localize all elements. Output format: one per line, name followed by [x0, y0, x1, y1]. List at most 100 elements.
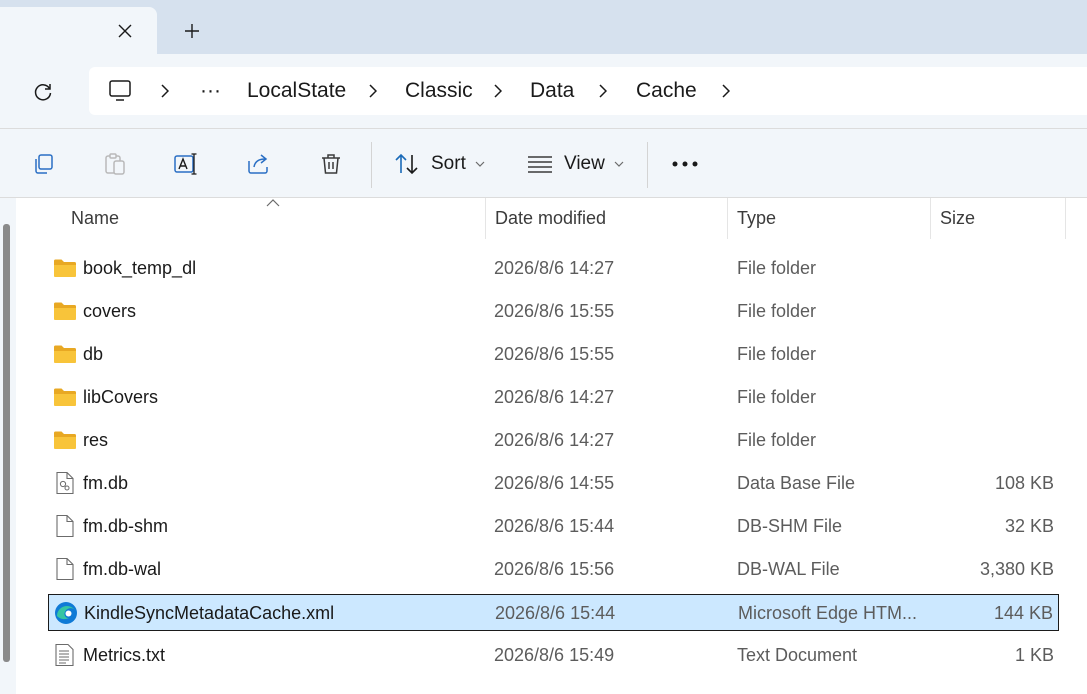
file-list-pane: Name Date modified Type Size book_temp_d…	[0, 198, 1087, 694]
file-date-modified: 2026/8/6 15:56	[494, 559, 615, 579]
vertical-scrollbar[interactable]	[0, 198, 16, 694]
file-type: Data Base File	[737, 473, 856, 493]
active-tab[interactable]	[0, 7, 157, 54]
table-row[interactable]: libCovers 2026/8/6 14:27 File folder	[48, 379, 1059, 416]
blank-file-icon	[52, 557, 78, 581]
copy-button[interactable]	[29, 148, 57, 180]
file-size: 108 KB	[994, 473, 1054, 493]
paste-icon	[105, 153, 125, 175]
file-type: Microsoft Edge HTM...	[738, 603, 918, 623]
file-type: File folder	[737, 258, 817, 278]
table-row-selected[interactable]: KindleSyncMetadataCache.xml 2026/8/6 15:4…	[48, 594, 1059, 631]
monitor-icon	[109, 80, 131, 101]
sort-icon	[395, 153, 418, 175]
more-options-icon	[672, 161, 698, 167]
breadcrumb-separator[interactable]	[155, 79, 175, 103]
toolbar-divider	[647, 142, 648, 188]
file-name: KindleSyncMetadataCache.xml	[84, 603, 335, 623]
file-name: db	[83, 344, 104, 364]
file-name: fm.db	[83, 473, 129, 493]
sort-button[interactable]: Sort	[394, 148, 485, 180]
file-type: File folder	[737, 301, 817, 321]
folder-icon	[52, 342, 78, 366]
column-header-date-modified[interactable]: Date modified	[485, 198, 727, 239]
file-type: DB-SHM File	[737, 516, 843, 536]
paste-button[interactable]	[101, 148, 129, 180]
file-date-modified: 2026/8/6 15:44	[495, 603, 616, 623]
file-date-modified: 2026/8/6 14:27	[494, 430, 615, 450]
folder-icon	[52, 299, 78, 323]
folder-icon	[52, 256, 78, 280]
breadcrumb-item-classic[interactable]: Classic	[405, 67, 473, 115]
chevron-right-icon	[722, 84, 730, 98]
file-size: 3,380 KB	[979, 559, 1054, 579]
table-row[interactable]: db 2026/8/6 15:55 File folder	[48, 336, 1059, 373]
breadcrumb-item-localstate[interactable]: LocalState	[247, 67, 346, 115]
table-row[interactable]: book_temp_dl 2026/8/6 14:27 File folder	[48, 250, 1059, 287]
table-row[interactable]: fm.db-wal 2026/8/6 15:56 DB-WAL File 3,380 …	[48, 551, 1059, 588]
breadcrumb-separator[interactable]	[488, 79, 508, 103]
close-icon	[118, 24, 132, 38]
file-type: File folder	[737, 430, 817, 450]
address-bar[interactable]: ··· LocalState Classic Data Cache	[89, 67, 1087, 115]
plus-icon	[185, 24, 199, 38]
edge-icon	[53, 601, 79, 625]
close-tab-button[interactable]	[110, 17, 140, 45]
file-date-modified: 2026/8/6 15:44	[494, 516, 615, 536]
table-row[interactable]: res 2026/8/6 14:27 File folder	[48, 422, 1059, 459]
chevron-right-icon	[161, 84, 169, 98]
chevron-down-icon	[614, 161, 624, 167]
breadcrumb-item-data[interactable]: Data	[530, 67, 574, 115]
share-button[interactable]	[245, 148, 273, 180]
file-name: Metrics.txt	[83, 645, 166, 665]
column-divider[interactable]	[1065, 198, 1066, 239]
breadcrumb-separator[interactable]	[593, 79, 613, 103]
address-row: ··· LocalState Classic Data Cache	[0, 54, 1087, 128]
command-bar: Sort View	[0, 128, 1087, 198]
rename-button[interactable]	[172, 148, 200, 180]
file-date-modified: 2026/8/6 15:55	[494, 344, 615, 364]
blank-file-icon	[52, 514, 78, 538]
file-size: 144 KB	[993, 603, 1053, 623]
file-date-modified: 2026/8/6 15:55	[494, 301, 615, 321]
breadcrumb-separator[interactable]	[716, 79, 736, 103]
breadcrumb-item-cache[interactable]: Cache	[636, 67, 697, 115]
file-date-modified: 2026/8/6 14:55	[494, 473, 615, 493]
chevron-down-icon	[475, 161, 485, 167]
table-row[interactable]: fm.db 2026/8/6 14:55 Data Base File 108 KB	[48, 465, 1059, 502]
new-tab-button[interactable]	[177, 17, 207, 45]
view-button[interactable]: View	[527, 148, 624, 180]
chevron-right-icon	[369, 84, 377, 98]
column-header-type[interactable]: Type	[727, 198, 930, 239]
sort-label: Sort	[431, 153, 466, 174]
file-date-modified: 2026/8/6 15:49	[494, 645, 615, 665]
trash-icon	[322, 154, 340, 174]
table-row[interactable]: covers 2026/8/6 15:55 File folder	[48, 293, 1059, 330]
file-name: fm.db-wal	[83, 559, 162, 579]
file-date-modified: 2026/8/6 14:27	[494, 258, 615, 278]
refresh-button[interactable]	[28, 78, 58, 106]
see-more-button[interactable]	[670, 148, 700, 180]
table-row[interactable]: Metrics.txt 2026/8/6 15:49 Text Document 1 …	[48, 637, 1059, 674]
breadcrumb-separator[interactable]	[363, 79, 383, 103]
column-header-name[interactable]: Name	[61, 198, 485, 239]
text-file-icon	[52, 643, 78, 667]
file-type: DB-WAL File	[737, 559, 840, 579]
file-date-modified: 2026/8/6 14:27	[494, 387, 615, 407]
file-type: Text Document	[737, 645, 858, 665]
table-row[interactable]: fm.db-shm 2026/8/6 15:44 DB-SHM File 32 KB	[48, 508, 1059, 545]
column-header-size[interactable]: Size	[930, 198, 1065, 239]
share-icon	[248, 154, 268, 174]
view-label: View	[564, 153, 605, 174]
this-pc-button[interactable]	[107, 77, 133, 105]
delete-button[interactable]	[317, 148, 345, 180]
chevron-right-icon	[494, 84, 502, 98]
scrollbar-thumb[interactable]	[3, 224, 10, 662]
rename-icon	[174, 153, 197, 175]
breadcrumb-overflow[interactable]: ···	[200, 67, 221, 115]
copy-icon	[35, 154, 53, 174]
chevron-right-icon	[599, 84, 607, 98]
file-name: libCovers	[83, 387, 159, 407]
view-list-icon	[528, 156, 552, 173]
toolbar-divider	[371, 142, 372, 188]
